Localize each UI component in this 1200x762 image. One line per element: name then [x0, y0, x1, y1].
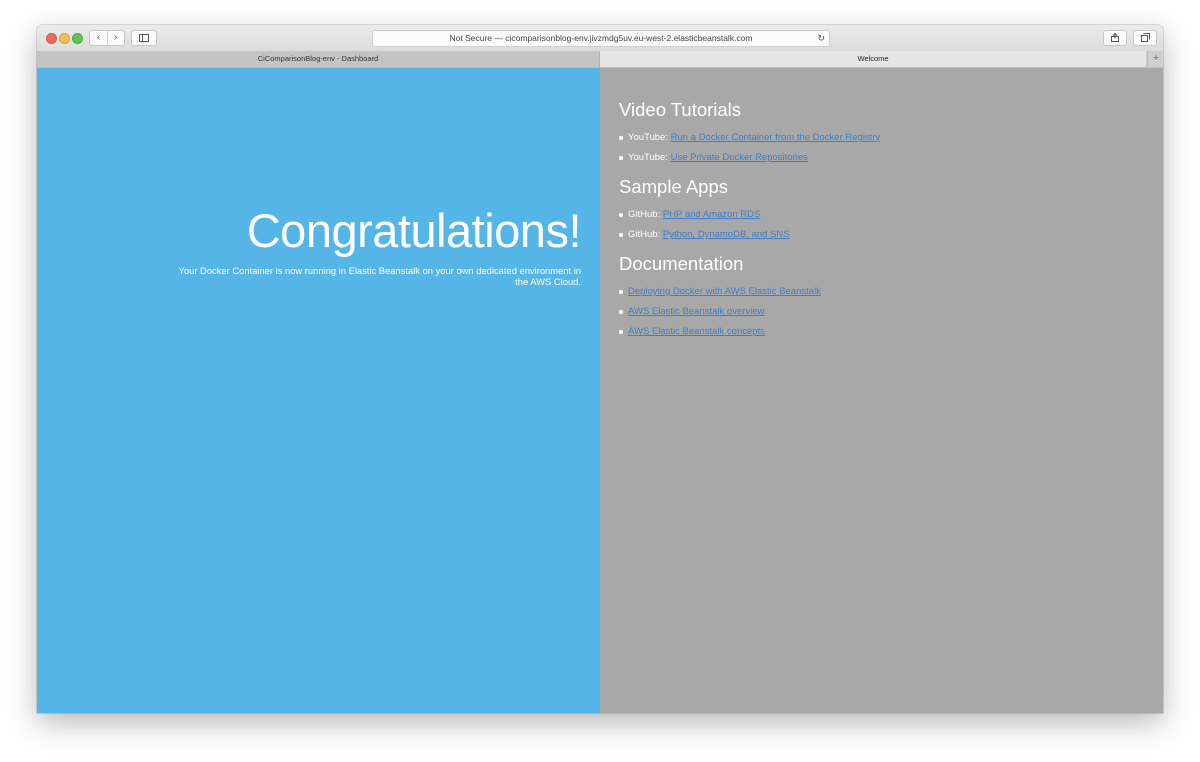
list-item: GitHub: PHP and Amazon RDS — [619, 208, 790, 228]
section-title-documentation: Documentation — [619, 253, 744, 274]
sidebar-toggle-icon[interactable] — [131, 30, 157, 46]
page-title: Congratulations! — [246, 204, 582, 257]
link-private-docker-repositories[interactable]: Use Private Docker Repositories — [671, 152, 808, 163]
list-item: YouTube: Run a Docker Container from the… — [619, 131, 880, 151]
list-item: GitHub: Python, DynamoDB, and SNS — [619, 228, 790, 248]
tab-bar: CiComparisonBlog-env - Dashboard Welcome… — [37, 51, 1163, 68]
congratulations-pane: Congratulations! Your Docker Container i… — [37, 68, 600, 713]
link-beanstalk-concepts[interactable]: AWS Elastic Beanstalk concepts — [628, 326, 765, 337]
link-php-amazon-rds[interactable]: PHP and Amazon RDS — [663, 209, 761, 220]
list-item: YouTube: Use Private Docker Repositories — [619, 151, 880, 171]
new-tab-button[interactable]: + — [1147, 51, 1163, 67]
link-prefix: YouTube: — [628, 132, 668, 143]
section-title-video-tutorials: Video Tutorials — [619, 99, 742, 120]
sample-apps-list: GitHub: PHP and Amazon RDS GitHub: Pytho… — [619, 208, 790, 248]
tab-welcome[interactable]: Welcome — [600, 51, 1146, 67]
address-text: Not Secure — cicomparisonblog-env.jivzmd… — [449, 33, 753, 43]
documentation-list: Deploying Docker with AWS Elastic Beanst… — [619, 285, 821, 345]
browser-window: ‹ › Not Secure — cicomparisonblog-env.ji… — [37, 25, 1163, 713]
list-item: AWS Elastic Beanstalk overview — [619, 305, 821, 325]
list-item: Deploying Docker with AWS Elastic Beanst… — [619, 285, 821, 305]
link-python-dynamodb-sns[interactable]: Python, DynamoDB, and SNS — [663, 229, 790, 240]
address-bar[interactable]: Not Secure — cicomparisonblog-env.jivzmd… — [372, 30, 830, 47]
link-prefix: YouTube: — [628, 152, 668, 163]
page-content: Congratulations! Your Docker Container i… — [37, 68, 1163, 713]
share-icon[interactable] — [1103, 30, 1127, 46]
list-item: AWS Elastic Beanstalk concepts — [619, 325, 821, 345]
minimize-window-icon[interactable] — [59, 33, 70, 44]
browser-toolbar: ‹ › Not Secure — cicomparisonblog-env.ji… — [37, 25, 1163, 52]
maximize-window-icon[interactable] — [72, 33, 83, 44]
show-all-tabs-icon[interactable] — [1133, 30, 1157, 46]
link-run-docker-container[interactable]: Run a Docker Container from the Docker R… — [671, 132, 881, 143]
link-beanstalk-overview[interactable]: AWS Elastic Beanstalk overview — [628, 306, 764, 317]
video-tutorials-list: YouTube: Run a Docker Container from the… — [619, 131, 880, 171]
forward-icon[interactable]: › — [107, 31, 124, 45]
link-prefix: GitHub: — [628, 209, 661, 220]
section-title-sample-apps: Sample Apps — [619, 176, 729, 197]
navigation-buttons: ‹ › — [89, 30, 125, 46]
tab-dashboard[interactable]: CiComparisonBlog-env - Dashboard — [37, 51, 600, 67]
back-icon[interactable]: ‹ — [90, 31, 108, 45]
link-deploying-docker[interactable]: Deploying Docker with AWS Elastic Beanst… — [628, 286, 821, 297]
reload-icon[interactable]: ↻ — [817, 31, 825, 46]
close-window-icon[interactable] — [46, 33, 57, 44]
link-prefix: GitHub: — [628, 229, 661, 240]
resources-pane: Video Tutorials YouTube: Run a Docker Co… — [600, 68, 1163, 713]
page-subtitle: Your Docker Container is now running in … — [178, 265, 581, 287]
